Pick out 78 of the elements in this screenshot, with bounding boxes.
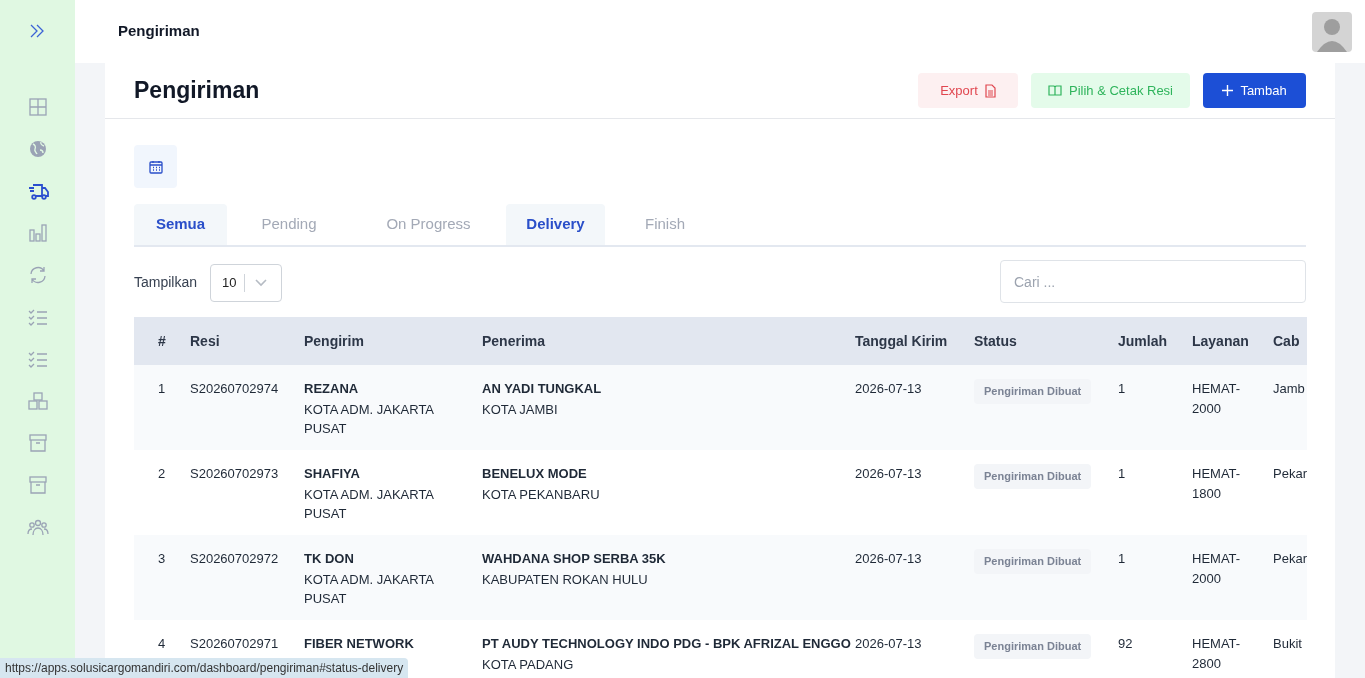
column-header: Status xyxy=(974,317,1118,365)
receiver-city: KOTA PADANG xyxy=(482,655,575,674)
row-number: 1 xyxy=(158,380,167,398)
receipt-number: S20260702972 xyxy=(190,550,280,568)
calendar-button[interactable] xyxy=(134,145,177,188)
receipt-number: S20260702973 xyxy=(190,465,280,483)
receiver-name: WAHDANA SHOP SERBA 35K xyxy=(482,550,667,568)
page-title: Pengiriman xyxy=(134,76,260,106)
page-size-label: Tampilkan xyxy=(134,273,198,292)
status-url: https://apps.solusicargomandiri.com/dashboard/pengiriman#status-delivery xyxy=(0,658,409,678)
quantity: 92 xyxy=(1118,635,1134,653)
status-badge: Pengiriman Dibuat xyxy=(974,464,1092,489)
service: HEMAT-1800 xyxy=(1192,465,1242,503)
quantity: 1 xyxy=(1118,380,1127,398)
column-header: Resi xyxy=(190,317,304,365)
sender-city: KOTA ADM. JAKARTA PUSAT xyxy=(304,570,435,608)
boxes-icon[interactable] xyxy=(26,390,49,412)
plus-icon xyxy=(1222,85,1234,96)
column-header: Pengirim xyxy=(304,317,482,365)
tab[interactable]: Pending xyxy=(227,204,351,245)
receipt-number: S20260702971 xyxy=(190,635,280,653)
quantity: 1 xyxy=(1118,465,1127,483)
sender-city: KOTA ADM. JAKARTA PUSAT xyxy=(304,400,435,438)
export-button[interactable]: Export xyxy=(918,73,1018,108)
receiver-name: AN YADI TUNGKAL xyxy=(482,380,603,398)
header-title: Pengiriman xyxy=(118,21,200,42)
service: HEMAT-2800 xyxy=(1192,635,1242,673)
receiver-city: KOTA JAMBI xyxy=(482,400,559,419)
bar-chart-icon[interactable] xyxy=(26,222,49,244)
ship-date: 2026-07-13 xyxy=(855,465,923,483)
receiver-name: PT AUDY TECHNOLOGY INDO PDG - BPK AFRIZAL ENGGO xyxy=(482,635,852,653)
search-field[interactable]: Cari ... xyxy=(1000,260,1306,303)
tab[interactable]: On Progress xyxy=(351,204,506,245)
column-header: Tanggal Kirim xyxy=(855,317,974,365)
document-icon xyxy=(984,83,996,98)
status-badge: Pengiriman Dibuat xyxy=(974,634,1092,659)
ship-date: 2026-07-13 xyxy=(855,635,923,653)
receiver-name: BENELUX MODE xyxy=(482,465,588,483)
calendar-icon xyxy=(148,159,163,174)
tab[interactable]: Delivery xyxy=(506,204,605,245)
row-number: 3 xyxy=(158,550,167,568)
service: HEMAT-2000 xyxy=(1192,550,1242,588)
page-size-select[interactable]: 10 xyxy=(210,264,283,302)
archive-icon[interactable] xyxy=(26,432,49,454)
service: HEMAT-2000 xyxy=(1192,380,1242,418)
grid-icon[interactable] xyxy=(26,96,49,118)
ship-date: 2026-07-13 xyxy=(855,380,923,398)
column-header: Jumlah xyxy=(1118,317,1192,365)
column-header: Cab xyxy=(1273,317,1307,365)
column-header: Penerima xyxy=(482,317,855,365)
receiver-city: KABUPATEN ROKAN HULU xyxy=(482,570,649,589)
sender-name: TK DON xyxy=(304,550,355,568)
tab[interactable]: Semua xyxy=(134,204,227,245)
sender-name: FIBER NETWORK xyxy=(304,635,415,653)
column-header: # xyxy=(134,317,190,365)
receiver-city: KOTA PEKANBARU xyxy=(482,485,601,504)
branch: Bukit xyxy=(1273,635,1303,653)
column-header: Layanan xyxy=(1192,317,1273,365)
sender-city: KOTA ADM. JAKARTA PUSAT xyxy=(304,485,435,523)
sender-name: SHAFIYA xyxy=(304,465,361,483)
status-badge: Pengiriman Dibuat xyxy=(974,549,1092,574)
branch: Pekar xyxy=(1273,550,1307,568)
print-receipt-button[interactable]: Pilih & Cetak Resi xyxy=(1031,73,1190,108)
receipt-number: S20260702974 xyxy=(190,380,280,398)
status-badge: Pengiriman Dibuat xyxy=(974,379,1092,404)
add-button[interactable]: Tambah xyxy=(1203,73,1306,108)
tab[interactable]: Finish xyxy=(605,204,725,245)
archive-icon[interactable] xyxy=(26,474,49,496)
book-icon xyxy=(1047,85,1062,96)
branch: Jamb xyxy=(1273,380,1306,398)
branch: Pekar xyxy=(1273,465,1307,483)
sender-name: REZANA xyxy=(304,380,360,398)
row-number: 4 xyxy=(158,635,167,653)
quantity: 1 xyxy=(1118,550,1127,568)
row-number: 2 xyxy=(158,465,167,483)
ship-date: 2026-07-13 xyxy=(855,550,923,568)
avatar-icon[interactable] xyxy=(1312,11,1352,52)
chevron-down-icon xyxy=(255,279,268,287)
